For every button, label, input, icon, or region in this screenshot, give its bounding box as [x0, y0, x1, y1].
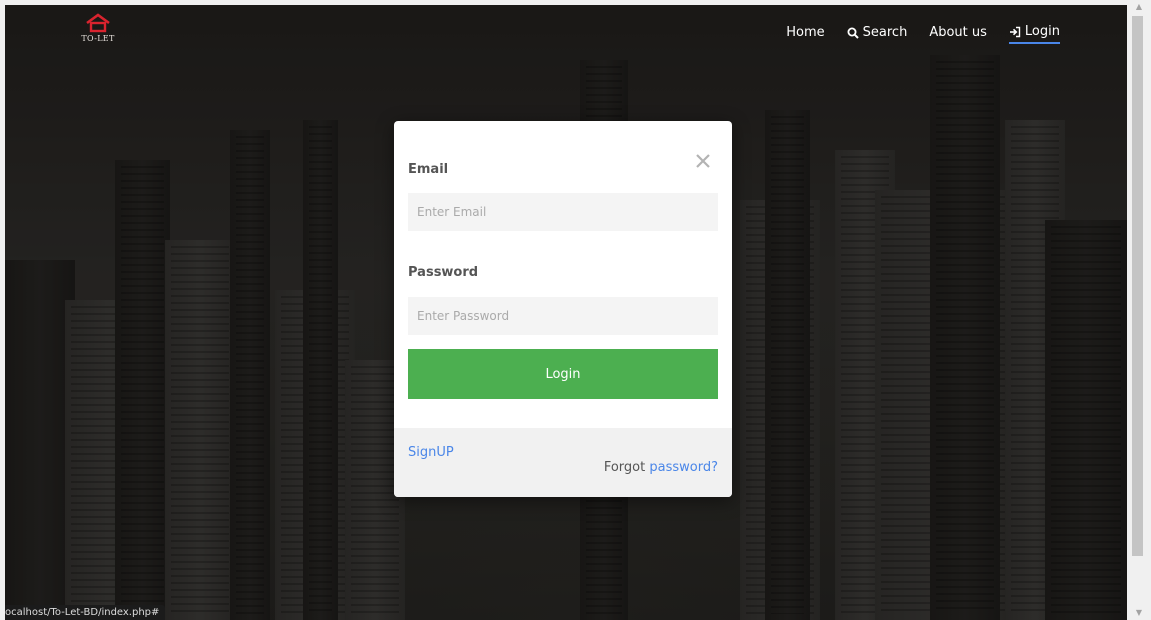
house-icon	[86, 13, 110, 33]
login-modal: Email Password Login SignUP Forgot passw…	[394, 121, 732, 497]
scroll-up-icon[interactable]: ▲	[1127, 0, 1151, 14]
brand-logo[interactable]: TO-LET	[81, 13, 115, 43]
forgot-password-link[interactable]: password?	[649, 460, 718, 475]
nav-home[interactable]: Home	[786, 25, 824, 43]
password-label: Password	[408, 265, 479, 280]
login-button[interactable]: Login	[408, 349, 718, 399]
password-field[interactable]	[408, 297, 718, 335]
search-icon	[847, 27, 859, 39]
main-nav: Home Search About us Login	[786, 24, 1060, 44]
sign-in-icon	[1009, 26, 1021, 37]
close-button[interactable]	[693, 151, 713, 171]
nav-about-label: About us	[929, 25, 987, 40]
brand-name: TO-LET	[81, 34, 115, 43]
nav-home-label: Home	[786, 25, 825, 40]
email-label: Email	[408, 162, 449, 177]
forgot-password-text: Forgot password?	[604, 460, 718, 475]
nav-login[interactable]: Login	[1008, 24, 1060, 44]
navbar: TO-LET Home Search About us Login	[5, 5, 1127, 65]
scrollbar-thumb[interactable]	[1132, 16, 1143, 556]
scroll-down-icon[interactable]: ▼	[1127, 606, 1151, 620]
nav-login-label: Login	[1024, 24, 1060, 39]
signup-link[interactable]: SignUP	[408, 445, 454, 460]
nav-search-label: Search	[862, 25, 908, 40]
status-bar-url: ocalhost/To-Let-BD/index.php#	[5, 605, 166, 620]
modal-footer: SignUP Forgot password?	[394, 428, 732, 497]
nav-search[interactable]: Search	[847, 25, 908, 43]
close-icon	[696, 154, 710, 168]
forgot-prefix: Forgot	[603, 460, 646, 475]
page-scrollbar[interactable]: ▲ ▼	[1127, 0, 1151, 620]
email-field[interactable]	[408, 193, 718, 231]
nav-about[interactable]: About us	[929, 25, 987, 43]
